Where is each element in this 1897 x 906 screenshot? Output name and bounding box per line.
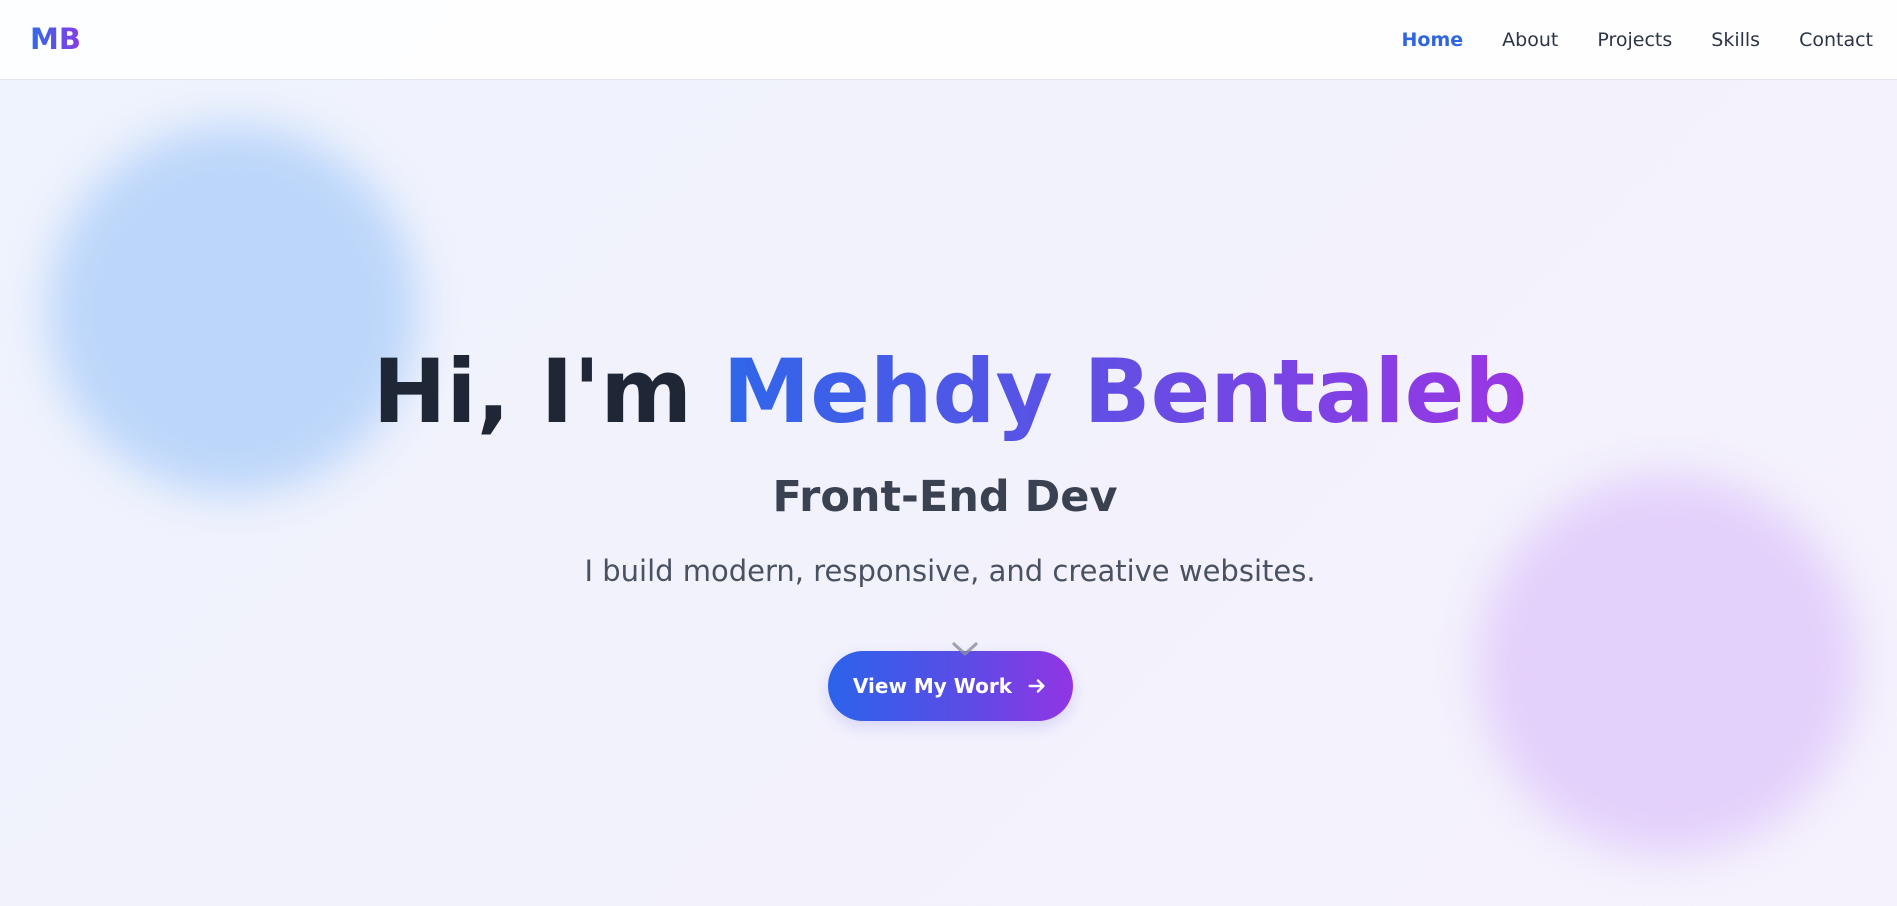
cta-label: View My Work	[852, 674, 1013, 698]
hero-name: Mehdy Bentaleb	[722, 340, 1528, 443]
hero-greeting: Hi, I'm	[372, 340, 723, 443]
nav-link-home[interactable]: Home	[1402, 29, 1464, 51]
view-my-work-button[interactable]: View My Work	[828, 651, 1073, 721]
nav-link-contact[interactable]: Contact	[1799, 29, 1873, 51]
arrow-right-icon	[1028, 679, 1045, 693]
nav-link-about[interactable]: About	[1502, 29, 1558, 51]
hero-tagline: I build modern, responsive, and creative…	[584, 554, 1316, 588]
hero-section: Hi, I'm Mehdy Bentaleb Front-End Dev I b…	[0, 0, 1897, 906]
nav-links: Home About Projects Skills Contact	[1363, 0, 1873, 80]
nav-link-projects[interactable]: Projects	[1597, 29, 1672, 51]
nav-link-skills[interactable]: Skills	[1711, 29, 1760, 51]
hero-title: Hi, I'm Mehdy Bentaleb	[0, 343, 1897, 441]
chevron-down-icon[interactable]	[951, 641, 979, 659]
site-logo[interactable]: MB	[30, 22, 81, 56]
top-navbar: MB Home About Projects Skills Contact	[0, 0, 1897, 80]
hero-subtitle: Front-End Dev	[772, 472, 1118, 522]
